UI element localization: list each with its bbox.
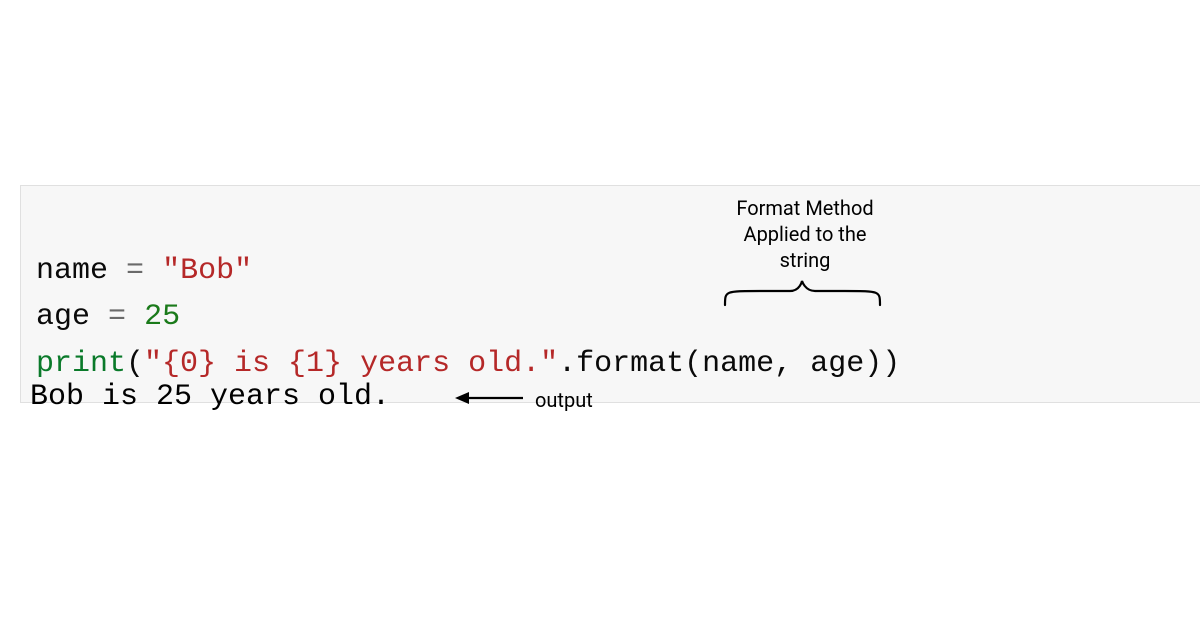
output-text: Bob is 25 years old. bbox=[30, 380, 390, 414]
arrow-left-icon bbox=[455, 388, 525, 408]
var-age: age bbox=[36, 300, 90, 334]
number-literal: 25 bbox=[144, 300, 180, 334]
annotation-line: Applied to the bbox=[705, 221, 905, 247]
format-string: "{0} is {1} years old." bbox=[144, 347, 558, 381]
annotation-line: Format Method bbox=[705, 195, 905, 221]
annotation-line: string bbox=[705, 247, 905, 273]
dot-op: . bbox=[558, 347, 576, 381]
close-parens: )) bbox=[864, 347, 900, 381]
format-method: format bbox=[576, 347, 684, 381]
curly-brace-icon bbox=[720, 278, 885, 308]
comma: , bbox=[774, 347, 810, 381]
open-paren-2: ( bbox=[684, 347, 702, 381]
var-name: name bbox=[36, 254, 108, 288]
arg-name: name bbox=[702, 347, 774, 381]
equals-op: = bbox=[108, 300, 126, 334]
open-paren: ( bbox=[126, 347, 144, 381]
output-label: output bbox=[535, 388, 593, 412]
equals-op: = bbox=[126, 254, 144, 288]
builtin-print: print bbox=[36, 347, 126, 381]
format-method-annotation: Format Method Applied to the string bbox=[705, 195, 905, 273]
arg-age: age bbox=[810, 347, 864, 381]
code-block: name = "Bob" age = 25 print("{0} is {1} … bbox=[20, 185, 1200, 403]
string-literal: "Bob" bbox=[162, 254, 252, 288]
